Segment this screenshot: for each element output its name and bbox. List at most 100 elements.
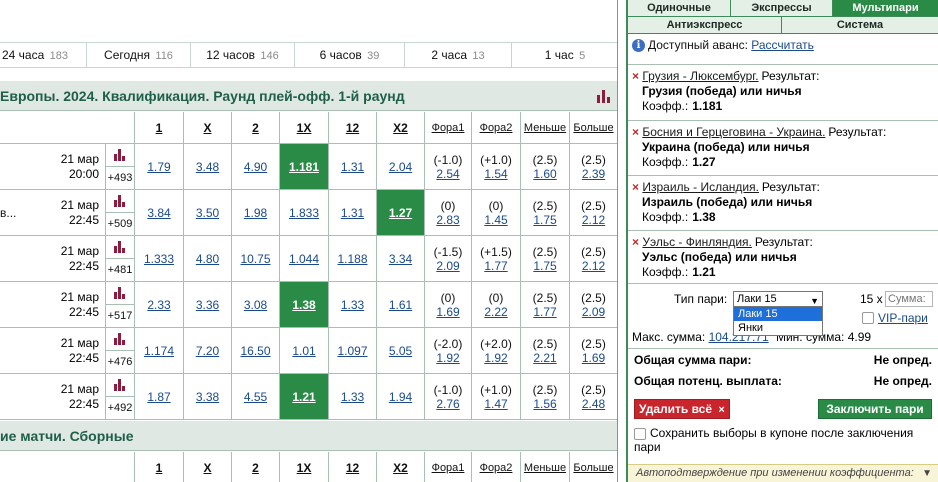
odds-cell-cx2[interactable]: 5.05 bbox=[377, 328, 425, 374]
odds-cell-fora2[interactable]: (+1.0) 1.47 bbox=[472, 374, 521, 420]
tab-anti-express[interactable]: Антиэкспресс bbox=[628, 17, 782, 34]
odds-cell-c2[interactable]: 1.98 bbox=[232, 190, 280, 236]
odds-cell-cx2[interactable]: 1.94 bbox=[377, 374, 425, 420]
odds-cell-c2[interactable]: 4.55 bbox=[232, 374, 280, 420]
odds-cell-cx[interactable]: 7.20 bbox=[184, 328, 232, 374]
odds-cell-fora1[interactable]: (0) 1.69 bbox=[425, 282, 472, 328]
stats-button[interactable] bbox=[106, 328, 135, 351]
odds-cell-c1[interactable]: 2.33 bbox=[135, 282, 184, 328]
odds-cell-less[interactable]: (2.5) 1.75 bbox=[521, 236, 570, 282]
section-header-friendly[interactable]: ие матчи. Сборные bbox=[0, 421, 618, 451]
stats-icon[interactable] bbox=[114, 333, 126, 345]
tab-system[interactable]: Система bbox=[782, 17, 938, 34]
more-markets-button[interactable]: +517 bbox=[106, 305, 135, 328]
odds-cell-fora1[interactable]: (0) 2.83 bbox=[425, 190, 472, 236]
column-header-c12[interactable]: 12 bbox=[329, 452, 377, 482]
odds-cell-c12[interactable]: 1.188 bbox=[329, 236, 377, 282]
odds-cell-cx[interactable]: 3.36 bbox=[184, 282, 232, 328]
odds-cell-less[interactable]: (2.5) 1.75 bbox=[521, 190, 570, 236]
odds-cell-fora1[interactable]: (-1.5) 2.09 bbox=[425, 236, 472, 282]
odds-cell-more[interactable]: (2.5) 2.09 bbox=[570, 282, 618, 328]
odds-cell-more[interactable]: (2.5) 2.48 bbox=[570, 374, 618, 420]
delete-all-button[interactable]: Удалить всё × bbox=[634, 399, 730, 419]
odds-cell-c2[interactable]: 4.90 bbox=[232, 144, 280, 190]
odds-cell-less[interactable]: (2.5) 1.60 bbox=[521, 144, 570, 190]
stats-icon[interactable] bbox=[114, 287, 126, 299]
odds-cell-cx2[interactable]: 1.27 bbox=[377, 190, 425, 236]
time-filter-1h[interactable]: 1 час 5 bbox=[512, 43, 618, 67]
odds-cell-more[interactable]: (2.5) 2.12 bbox=[570, 190, 618, 236]
odds-cell-fora1[interactable]: (-1.0) 2.54 bbox=[425, 144, 472, 190]
column-header-c1[interactable]: 1 bbox=[135, 452, 184, 482]
odds-cell-fora2[interactable]: (+2.0) 1.92 bbox=[472, 328, 521, 374]
keep-selections-checkbox[interactable] bbox=[634, 427, 646, 440]
more-markets-button[interactable]: +492 bbox=[106, 397, 135, 420]
column-header-less[interactable]: Меньше bbox=[521, 452, 570, 482]
column-header-c1x[interactable]: 1X bbox=[280, 452, 329, 482]
odds-cell-more[interactable]: (2.5) 1.69 bbox=[570, 328, 618, 374]
more-markets-button[interactable]: +509 bbox=[106, 213, 135, 236]
odds-cell-c2[interactable]: 3.08 bbox=[232, 282, 280, 328]
more-markets-button[interactable]: +493 bbox=[106, 167, 135, 190]
odds-cell-fora2[interactable]: (0) 2.22 bbox=[472, 282, 521, 328]
odds-cell-c12[interactable]: 1.33 bbox=[329, 282, 377, 328]
odds-cell-c1[interactable]: 3.84 bbox=[135, 190, 184, 236]
more-markets-button[interactable]: +481 bbox=[106, 259, 135, 282]
column-header-fora2[interactable]: Фора2 bbox=[472, 452, 521, 482]
odds-cell-c12[interactable]: 1.31 bbox=[329, 190, 377, 236]
tab-multi[interactable]: Мультипари bbox=[833, 0, 938, 17]
stats-icon[interactable] bbox=[114, 241, 126, 253]
calculate-link[interactable]: Рассчитать bbox=[751, 38, 814, 52]
odds-cell-c1x[interactable]: 1.38 bbox=[280, 282, 329, 328]
tab-express[interactable]: Экспрессы bbox=[731, 0, 833, 17]
odds-cell-cx2[interactable]: 2.04 bbox=[377, 144, 425, 190]
time-filter-6h[interactable]: 6 часов 39 bbox=[295, 43, 405, 67]
column-header-c1[interactable]: 1 bbox=[135, 112, 184, 144]
remove-bet-icon[interactable]: × bbox=[632, 69, 639, 83]
column-header-more[interactable]: Больше bbox=[570, 452, 618, 482]
odds-cell-c1x[interactable]: 1.21 bbox=[280, 374, 329, 420]
odds-cell-c1x[interactable]: 1.833 bbox=[280, 190, 329, 236]
stats-button[interactable] bbox=[106, 374, 135, 397]
odds-cell-c1[interactable]: 1.333 bbox=[135, 236, 184, 282]
column-header-c1x[interactable]: 1X bbox=[280, 112, 329, 144]
bet-type-option[interactable]: Янки bbox=[734, 321, 822, 335]
odds-cell-more[interactable]: (2.5) 2.12 bbox=[570, 236, 618, 282]
column-header-fora2[interactable]: Фора2 bbox=[472, 112, 521, 144]
column-header-c2[interactable]: 2 bbox=[232, 452, 280, 482]
odds-cell-cx[interactable]: 3.48 bbox=[184, 144, 232, 190]
stats-icon[interactable] bbox=[596, 89, 610, 103]
odds-cell-c12[interactable]: 1.097 bbox=[329, 328, 377, 374]
column-header-less[interactable]: Меньше bbox=[521, 112, 570, 144]
bet-type-select[interactable]: Лаки 15 ▼ bbox=[733, 291, 823, 307]
odds-cell-cx[interactable]: 4.80 bbox=[184, 236, 232, 282]
vip-link[interactable]: VIP-пари bbox=[878, 311, 928, 325]
column-header-more[interactable]: Больше bbox=[570, 112, 618, 144]
stats-button[interactable] bbox=[106, 144, 135, 167]
column-header-c2[interactable]: 2 bbox=[232, 112, 280, 144]
odds-cell-less[interactable]: (2.5) 2.21 bbox=[521, 328, 570, 374]
odds-cell-c1x[interactable]: 1.01 bbox=[280, 328, 329, 374]
time-filter-2h[interactable]: 2 часа 13 bbox=[405, 43, 512, 67]
column-header-fora1[interactable]: Фора1 bbox=[425, 112, 472, 144]
odds-cell-less[interactable]: (2.5) 1.56 bbox=[521, 374, 570, 420]
sum-input[interactable]: Сумма: bbox=[885, 291, 933, 307]
column-header-cx[interactable]: X bbox=[184, 112, 232, 144]
time-filter-24h[interactable]: 24 часа 183 bbox=[0, 43, 87, 67]
stats-icon[interactable] bbox=[114, 195, 126, 207]
remove-bet-icon[interactable]: × bbox=[632, 180, 639, 194]
bet-match-link[interactable]: Уэльс - Финляндия. bbox=[642, 235, 752, 249]
column-header-cx2[interactable]: X2 bbox=[377, 112, 425, 144]
section-header-qualification[interactable]: Европы. 2024. Квалификация. Раунд плей-о… bbox=[0, 81, 618, 111]
bet-match-link[interactable]: Грузия - Люксембург. bbox=[642, 69, 758, 83]
odds-cell-cx2[interactable]: 1.61 bbox=[377, 282, 425, 328]
odds-cell-cx[interactable]: 3.50 bbox=[184, 190, 232, 236]
stats-button[interactable] bbox=[106, 236, 135, 259]
auto-confirm-bar[interactable]: Автоподтверждение при изменении коэффици… bbox=[628, 464, 938, 482]
bet-match-link[interactable]: Израиль - Исландия. bbox=[642, 180, 759, 194]
odds-cell-fora2[interactable]: (+1.0) 1.54 bbox=[472, 144, 521, 190]
odds-cell-c2[interactable]: 10.75 bbox=[232, 236, 280, 282]
stats-icon[interactable] bbox=[114, 379, 126, 391]
odds-cell-less[interactable]: (2.5) 1.77 bbox=[521, 282, 570, 328]
column-header-cx[interactable]: X bbox=[184, 452, 232, 482]
